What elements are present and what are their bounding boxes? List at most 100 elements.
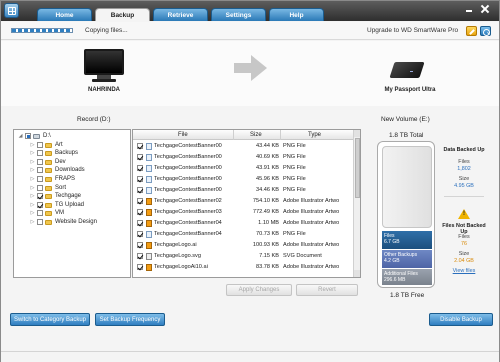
tree-item[interactable]: ▷ VM: [14, 210, 130, 218]
switch-to-category-backup-button[interactable]: Switch to Category Backup: [10, 313, 90, 326]
tree-item[interactable]: ▷ Dev: [14, 158, 130, 167]
tree-item[interactable]: ▷ FRAPS: [14, 176, 130, 184]
file-row[interactable]: TechgageContestBanner00 40.69 KB PNG File: [133, 152, 353, 162]
revert-button[interactable]: Revert: [296, 284, 358, 296]
tree-item[interactable]: ▷ Backups: [14, 150, 130, 158]
expand-arrow-icon[interactable]: ▷: [30, 142, 35, 148]
tree-item-checkbox[interactable]: [37, 201, 43, 208]
not-backed-size-value: 2.04 GB: [454, 258, 474, 264]
file-checkbox[interactable]: [137, 187, 143, 193]
set-backup-frequency-button[interactable]: Set Backup Frequency: [95, 313, 165, 326]
help-icon[interactable]: [480, 26, 491, 36]
file-checkbox[interactable]: [137, 198, 143, 204]
tree-item-checkbox[interactable]: [37, 210, 43, 217]
disable-backup-button[interactable]: Disable Backup: [429, 313, 493, 326]
expand-arrow-icon[interactable]: ▷: [30, 177, 35, 182]
tab-settings[interactable]: Settings: [211, 8, 266, 21]
file-row[interactable]: TechgageContestBanner00 43.44 KB PNG File: [133, 141, 353, 151]
tree-item-checkbox[interactable]: [37, 167, 43, 174]
expand-arrow-icon[interactable]: ▷: [30, 202, 35, 208]
close-icon[interactable]: [479, 4, 491, 14]
view-files-link[interactable]: View files: [440, 268, 488, 274]
file-row[interactable]: TechgageContestBanner00 43.91 KB PNG File: [133, 163, 353, 173]
file-checkbox[interactable]: [137, 253, 143, 259]
tree-item-checkbox[interactable]: [25, 133, 31, 139]
tree-item-checkbox[interactable]: [37, 141, 43, 148]
expand-arrow-icon[interactable]: ▷: [30, 211, 35, 216]
status-text: Copying files...: [85, 27, 128, 34]
file-row[interactable]: TechgageLogoAi10.ai 83.78 KB Adobe Illustr…: [133, 262, 353, 272]
expand-arrow-icon[interactable]: ▷: [30, 185, 35, 191]
tree-item-checkbox[interactable]: [37, 150, 43, 157]
file-row[interactable]: TechgageContestBanner02 754.10 KB Adobe Il…: [133, 196, 353, 206]
tree-item[interactable]: ▷ Downloads: [14, 167, 130, 175]
png-file-icon: [146, 187, 152, 194]
file-list-scrollbar[interactable]: [353, 130, 360, 277]
file-checkbox[interactable]: [137, 176, 143, 182]
file-name: TechgageLogo.ai: [154, 242, 197, 248]
file-checkbox[interactable]: [137, 220, 143, 226]
tree-item-label: Backups: [55, 150, 79, 157]
file-checkbox[interactable]: [137, 209, 143, 215]
file-type: PNG File: [283, 187, 306, 193]
file-checkbox[interactable]: [137, 154, 143, 160]
expand-arrow-icon[interactable]: ▷: [30, 168, 35, 173]
upgrade-link[interactable]: Upgrade to WD SmartWare Pro: [367, 27, 458, 34]
file-name: TechgageContestBanner04: [154, 220, 222, 226]
file-row[interactable]: TechgageLogo.ai 100.93 KB Adobe Illustrato…: [133, 240, 353, 250]
file-row[interactable]: TechgageContestBanner04 70.73 KB PNG File: [133, 229, 353, 239]
folder-icon: [45, 142, 52, 148]
expand-arrow-icon[interactable]: ▷: [30, 220, 35, 225]
copy-progress-bar: [11, 28, 73, 33]
tree-item-checkbox[interactable]: [37, 176, 43, 182]
file-checkbox[interactable]: [137, 143, 143, 149]
app-window: Home Backup Retrieve Settings Help Copyi…: [0, 0, 500, 362]
minimize-icon[interactable]: [463, 4, 475, 14]
file-checkbox[interactable]: [137, 165, 143, 171]
tree-item-checkbox[interactable]: [37, 184, 43, 191]
column-type[interactable]: Type: [308, 132, 321, 138]
tree-item-label: Sort: [55, 184, 67, 191]
tree-item-label: VM: [55, 210, 64, 217]
expand-arrow-icon[interactable]: ▷: [30, 194, 35, 199]
tab-retrieve[interactable]: Retrieve: [153, 8, 208, 21]
tree-item[interactable]: ▷ Art: [14, 141, 130, 150]
file-size: 7.15 KB: [259, 253, 279, 259]
file-row[interactable]: TechgageContestBanner00 34.46 KB PNG File: [133, 185, 353, 195]
file-row[interactable]: TechgageContestBanner04 1.10 MB Adobe Illu…: [133, 218, 353, 228]
capacity-gauge: Files 6.7 GB Other Backups 4.2 GB Additi…: [377, 141, 435, 288]
tree-item-checkbox[interactable]: [37, 219, 43, 225]
file-checkbox[interactable]: [137, 231, 143, 237]
column-file[interactable]: File: [178, 132, 188, 138]
tree-item[interactable]: ▷ Techgage: [14, 193, 130, 201]
file-name: TechgageLogoAi10.ai: [154, 264, 208, 270]
tree-item[interactable]: ▷ TG Upload: [14, 201, 130, 210]
tree-item-checkbox[interactable]: [37, 158, 43, 165]
file-checkbox[interactable]: [137, 264, 143, 270]
tab-backup[interactable]: Backup: [95, 8, 150, 21]
not-backed-files-label: Files: [458, 234, 470, 240]
tab-help[interactable]: Help: [269, 8, 324, 21]
wrench-icon[interactable]: [466, 26, 477, 36]
tree-item[interactable]: ▷ Website Design: [14, 219, 130, 227]
footer-divider: [1, 351, 499, 352]
file-row[interactable]: TechgageLogo.svg 7.15 KB SVG Document: [133, 251, 353, 261]
expand-arrow-icon[interactable]: ▷: [30, 151, 35, 156]
tree-item-label: TG Upload: [55, 201, 85, 208]
file-name: TechgageContestBanner00: [154, 154, 222, 160]
tree-item-checkbox[interactable]: [37, 193, 43, 200]
column-size[interactable]: Size: [250, 132, 262, 138]
expand-arrow-icon[interactable]: ◢: [18, 134, 23, 139]
file-checkbox[interactable]: [137, 242, 143, 248]
tree-item[interactable]: ◢ D:\: [14, 133, 130, 141]
tab-home[interactable]: Home: [37, 8, 92, 21]
warning-icon: [458, 209, 470, 219]
computer-name: NAHRINDA: [88, 87, 120, 93]
file-type: PNG File: [283, 176, 306, 182]
apply-changes-button[interactable]: Apply Changes: [226, 284, 292, 296]
file-row[interactable]: TechgageContestBanner00 45.96 KB PNG File: [133, 174, 353, 184]
tree-item[interactable]: ▷ Sort: [14, 184, 130, 193]
file-row[interactable]: TechgageContestBanner03 772.49 KB Adobe Il…: [133, 207, 353, 217]
expand-arrow-icon[interactable]: ▷: [30, 159, 35, 165]
file-name: TechgageContestBanner00: [154, 165, 222, 171]
